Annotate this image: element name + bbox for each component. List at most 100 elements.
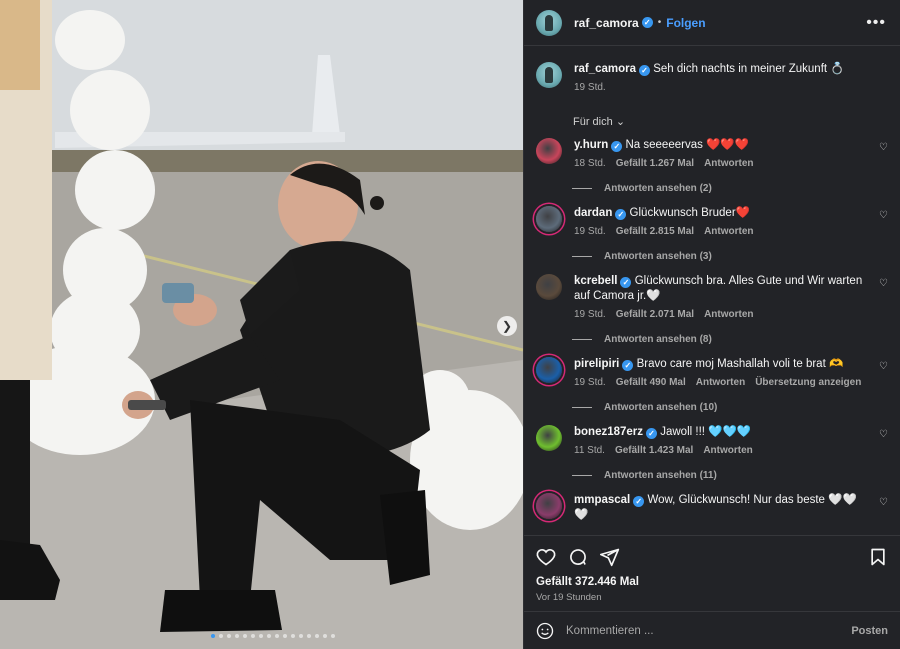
carousel-dot[interactable] — [243, 634, 247, 638]
view-replies-label: Antworten ansehen (10) — [604, 402, 718, 413]
post-viewer: ❯ raf_camora ✓ • Folgen ••• raf_camora ✓ … — [0, 0, 900, 649]
comment-item: y.hurn ✓ Na seeeeervas ❤️❤️❤️ 18 Std. Gef… — [536, 138, 888, 194]
comment-body: pirelipiri ✓ Bravo care moj Mashallah vol… — [574, 357, 888, 388]
carousel-dot[interactable] — [251, 634, 255, 638]
reply-button[interactable]: Antworten — [696, 377, 745, 388]
separator-dot: • — [657, 17, 662, 28]
emoji-icon[interactable] — [536, 622, 554, 640]
carousel-dot[interactable] — [323, 634, 327, 638]
comment-like-heart-icon[interactable]: ♡ — [879, 429, 888, 440]
commenter-avatar[interactable] — [536, 493, 562, 519]
author-avatar[interactable] — [536, 9, 562, 36]
commenter-username[interactable]: mmpascal — [574, 494, 630, 506]
comment-time: 19 Std. — [574, 309, 606, 320]
commenter-username[interactable]: pirelipiri — [574, 358, 619, 370]
carousel-dot[interactable] — [331, 634, 335, 638]
reply-button[interactable]: Antworten — [704, 226, 753, 237]
proposal-photo-illustration — [0, 0, 523, 649]
carousel-dot[interactable] — [291, 634, 295, 638]
post-comment-button[interactable]: Posten — [851, 625, 888, 637]
replies-divider — [572, 475, 592, 476]
replies-divider — [572, 407, 592, 408]
comment-item: dardan ✓ Glückwunsch Bruder❤️ 19 Std. Gef… — [536, 206, 888, 262]
view-replies-button[interactable]: Antworten ansehen (11) — [572, 470, 888, 481]
bookmark-icon[interactable] — [868, 547, 888, 567]
carousel-dot[interactable] — [219, 634, 223, 638]
view-replies-label: Antworten ansehen (11) — [604, 470, 717, 481]
view-replies-button[interactable]: Antworten ansehen (8) — [572, 334, 888, 345]
carousel-dot[interactable] — [315, 634, 319, 638]
view-replies-button[interactable]: Antworten ansehen (2) — [572, 183, 888, 194]
verified-badge-icon: ✓ — [639, 65, 651, 76]
more-options-icon[interactable]: ••• — [866, 14, 886, 32]
reply-button[interactable]: Antworten — [704, 309, 753, 320]
reply-button[interactable]: Antworten — [704, 158, 753, 169]
carousel-dot[interactable] — [211, 634, 215, 638]
comment-likes[interactable]: Gefällt 490 Mal — [616, 377, 686, 388]
carousel-dot[interactable] — [283, 634, 287, 638]
commenter-avatar[interactable] — [536, 274, 562, 300]
comment-row: bonez187erz ✓ Jawoll !!! 🩵🩵🩵 11 Std. Gefä… — [536, 425, 888, 456]
reply-button[interactable]: Antworten — [703, 445, 752, 456]
post-side-panel: raf_camora ✓ • Folgen ••• raf_camora ✓ Se… — [523, 0, 900, 649]
like-count[interactable]: Gefällt 372.446 Mal — [536, 576, 888, 588]
comment-time: 18 Std. — [574, 158, 606, 169]
carousel-dot[interactable] — [259, 634, 263, 638]
commenter-avatar[interactable] — [536, 206, 562, 232]
comment-likes[interactable]: Gefällt 1.267 Mal — [616, 158, 694, 169]
comment-like-heart-icon[interactable]: ♡ — [879, 210, 888, 221]
comment-icon[interactable] — [568, 547, 588, 567]
commenter-avatar[interactable] — [536, 425, 562, 451]
comment-sort-label: Für dich — [573, 116, 613, 128]
carousel-dot[interactable] — [275, 634, 279, 638]
carousel-dot[interactable] — [307, 634, 311, 638]
commenter-username[interactable]: bonez187erz — [574, 426, 643, 438]
comment-meta: 19 Std. Gefällt 490 Mal Antworten Überse… — [574, 377, 868, 388]
caption-avatar[interactable] — [536, 62, 562, 88]
comment-meta: 19 Std. Gefällt 2.815 Mal Antworten — [574, 226, 868, 237]
commenter-username[interactable]: kcrebell — [574, 275, 617, 287]
post-photo: ❯ — [0, 0, 523, 649]
comment-content: Na seeeeervas ❤️❤️❤️ — [625, 139, 750, 151]
comment-input[interactable] — [566, 624, 852, 637]
post-timestamp: Vor 19 Stunden — [536, 592, 602, 603]
comment-like-heart-icon[interactable]: ♡ — [879, 497, 888, 508]
comment-row: dardan ✓ Glückwunsch Bruder❤️ 19 Std. Gef… — [536, 206, 888, 237]
carousel-dot[interactable] — [267, 634, 271, 638]
commenter-username[interactable]: y.hurn — [574, 139, 608, 151]
commenter-avatar[interactable] — [536, 357, 562, 383]
comment-text: y.hurn ✓ Na seeeeervas ❤️❤️❤️ — [574, 138, 868, 153]
comment-text: dardan ✓ Glückwunsch Bruder❤️ — [574, 206, 868, 221]
comment-likes[interactable]: Gefällt 2.815 Mal — [616, 226, 694, 237]
comment-time: 19 Std. — [574, 377, 606, 388]
chevron-down-icon: ⌄ — [615, 116, 626, 128]
comment-row: mmpascal ✓ Wow, Glückwunsch! Nur das best… — [536, 493, 888, 523]
share-icon[interactable] — [600, 547, 620, 567]
heart-icon[interactable] — [536, 547, 556, 567]
post-actions: Gefällt 372.446 Mal Vor 19 Stunden — [524, 535, 900, 611]
caption-username[interactable]: raf_camora — [574, 63, 636, 75]
comment-row: kcrebell ✓ Glückwunsch bra. Alles Gute un… — [536, 274, 888, 320]
carousel-dot[interactable] — [299, 634, 303, 638]
follow-button[interactable]: Folgen — [666, 16, 705, 30]
commenter-avatar[interactable] — [536, 138, 562, 164]
comment-body: bonez187erz ✓ Jawoll !!! 🩵🩵🩵 11 Std. Gefä… — [574, 425, 888, 456]
comment-sort-dropdown[interactable]: Für dich ⌄ — [573, 115, 888, 128]
comments-list[interactable]: raf_camora ✓ Seh dich nachts in meiner Zu… — [524, 46, 900, 535]
comment-content: Glückwunsch Bruder❤️ — [629, 207, 750, 219]
comment-meta: 11 Std. Gefällt 1.423 Mal Antworten — [574, 445, 868, 456]
carousel-dot[interactable] — [235, 634, 239, 638]
view-replies-button[interactable]: Antworten ansehen (3) — [572, 251, 888, 262]
comment-like-heart-icon[interactable]: ♡ — [879, 278, 888, 289]
comment-likes[interactable]: Gefällt 2.071 Mal — [616, 309, 694, 320]
view-replies-button[interactable]: Antworten ansehen (10) — [572, 402, 888, 413]
comment-like-heart-icon[interactable]: ♡ — [879, 142, 888, 153]
comment-like-heart-icon[interactable]: ♡ — [879, 361, 888, 372]
translate-button[interactable]: Übersetzung anzeigen — [755, 377, 861, 388]
comment-body: y.hurn ✓ Na seeeeervas ❤️❤️❤️ 18 Std. Gef… — [574, 138, 888, 169]
carousel-dot[interactable] — [227, 634, 231, 638]
author-username[interactable]: raf_camora — [574, 16, 639, 30]
comment-likes[interactable]: Gefällt 1.423 Mal — [615, 445, 693, 456]
carousel-next-button[interactable]: ❯ — [497, 316, 517, 336]
commenter-username[interactable]: dardan — [574, 207, 612, 219]
